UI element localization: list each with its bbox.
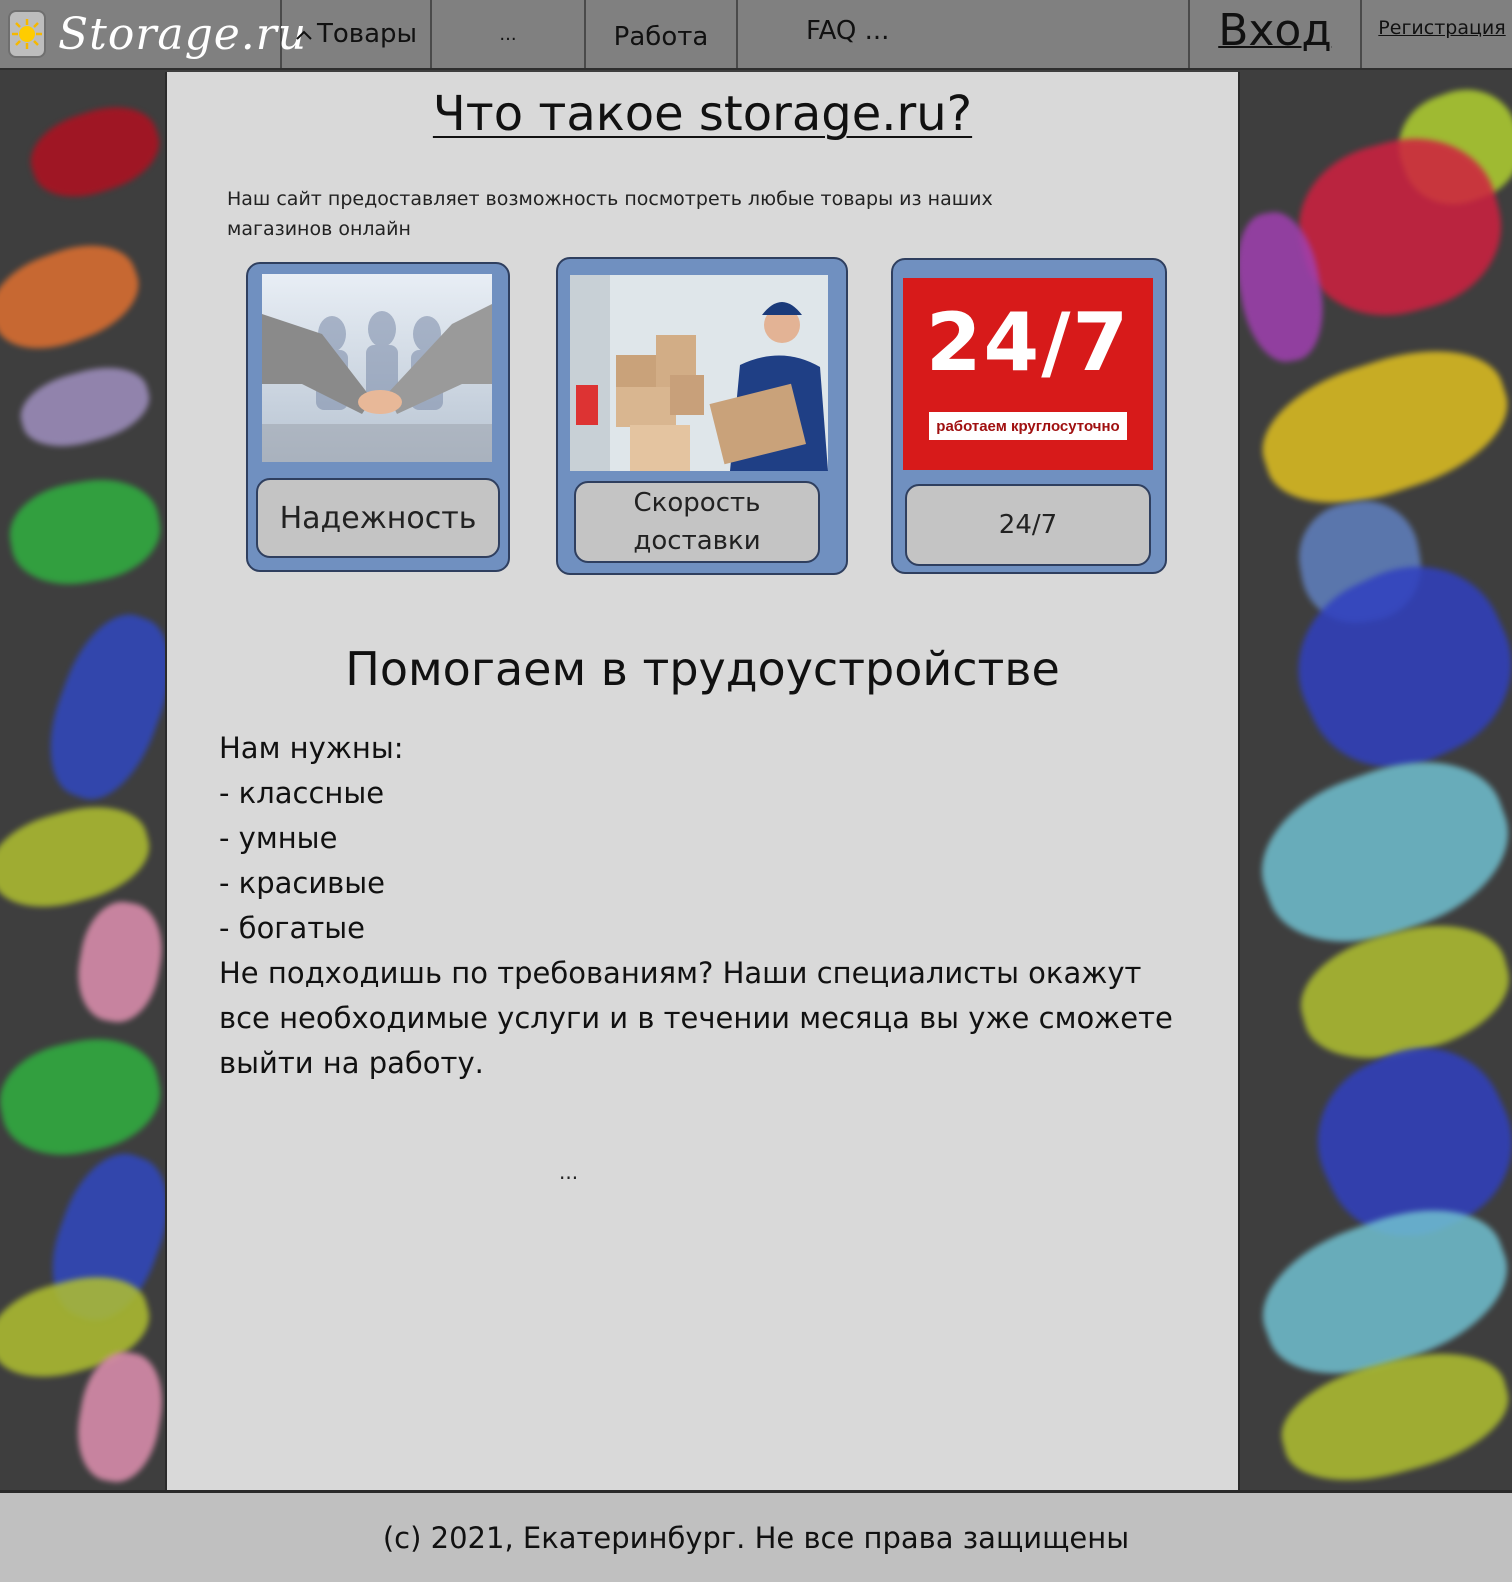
24-7-label[interactable]: 24/7 (905, 484, 1151, 566)
24-7-badge-caption: работаем круглосуточно (929, 412, 1127, 440)
requirement-item: - богатые (219, 911, 365, 945)
24-7-badge-title: 24/7 (925, 296, 1131, 389)
requirement-item: - умные (219, 821, 338, 855)
main-content: Что такое storage.ru? Наш сайт предостав… (165, 72, 1240, 1490)
jobs-section: Нам нужны: - классные - умные - красивые… (219, 726, 1179, 1086)
register-link[interactable]: Регистрация (1362, 0, 1512, 68)
requirement-item: - красивые (219, 866, 385, 900)
left-chalk-decoration (0, 72, 165, 1490)
more-ellipsis: ... (559, 1160, 579, 1184)
delivery-label[interactable]: Скорость доставки (574, 481, 820, 563)
reliability-label[interactable]: Надежность (256, 478, 500, 558)
nav-goods[interactable]: Товары (282, 0, 432, 68)
footer: (с) 2021, Екатеринбург. Не все права защ… (0, 1490, 1512, 1582)
login-link[interactable]: Вход (1190, 0, 1362, 68)
feature-card-reliability: Надежность (246, 262, 510, 572)
jobs-intro: Нам нужны: (219, 731, 404, 765)
right-chalk-decoration (1240, 72, 1512, 1490)
page-title: Что такое storage.ru? (432, 86, 973, 142)
top-nav: Storage.ru Товары ... Работа FAQ ... Вхо… (0, 0, 1512, 70)
nav-goods-label: Товары (316, 19, 418, 49)
chevron-up-icon (295, 22, 313, 46)
intro-text: Наш сайт предоставляет возможность посмо… (227, 188, 993, 240)
requirement-item: - классные (219, 776, 385, 810)
feature-card-delivery: Скорость доставки (556, 257, 848, 575)
logo-text: Storage.ru (58, 8, 308, 60)
nav-more[interactable]: ... (432, 0, 586, 68)
copyright-text: (с) 2021, Екатеринбург. Не все права защ… (382, 1520, 1130, 1555)
24-7-image: 24/7 работаем круглосуточно (903, 278, 1153, 470)
sun-icon (8, 10, 46, 58)
logo[interactable]: Storage.ru (0, 0, 306, 68)
feature-card-247: 24/7 работаем круглосуточно 24/7 (891, 258, 1167, 574)
nav-work[interactable]: Работа (586, 0, 738, 68)
delivery-image (570, 275, 828, 471)
handshake-image (262, 274, 492, 462)
jobs-heading: Помогаем в трудоустройстве (345, 642, 1060, 696)
jobs-description: Не подходишь по требованиям? Наши специа… (219, 956, 1173, 1080)
nav-faq[interactable]: FAQ ... (738, 0, 1190, 68)
